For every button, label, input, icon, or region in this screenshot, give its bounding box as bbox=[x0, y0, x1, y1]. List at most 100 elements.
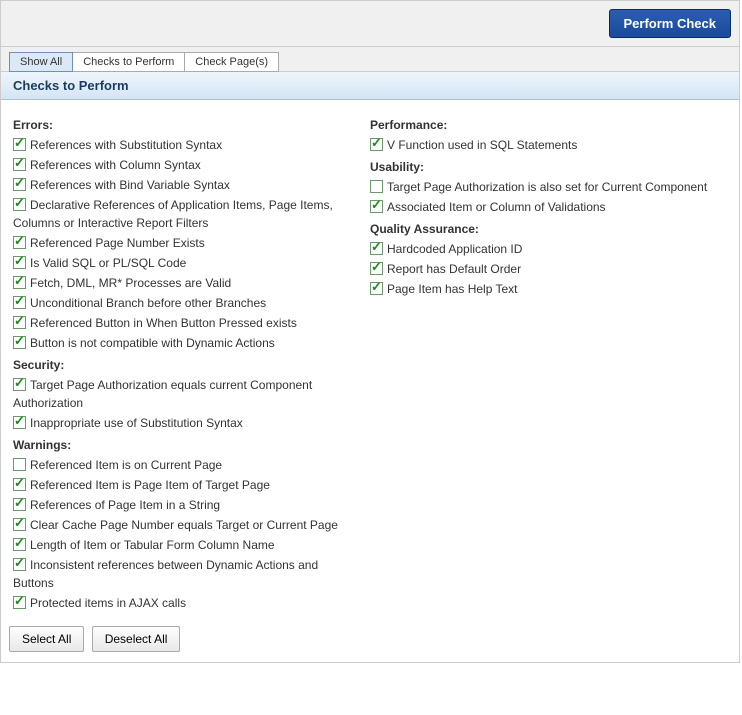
check-label: Referenced Button in When Button Pressed… bbox=[30, 316, 297, 330]
check-row: Unconditional Branch before other Branch… bbox=[13, 294, 358, 312]
footer-buttons: Select All Deselect All bbox=[1, 620, 739, 662]
check-label: Hardcoded Application ID bbox=[387, 242, 522, 256]
perform-check-button[interactable]: Perform Check bbox=[609, 9, 731, 38]
check-row: References with Column Syntax bbox=[13, 156, 358, 174]
check-row: Fetch, DML, MR* Processes are Valid bbox=[13, 274, 358, 292]
check-row: Inappropriate use of Substitution Syntax bbox=[13, 414, 358, 432]
checkbox[interactable] bbox=[13, 478, 26, 491]
group-qa-title: Quality Assurance: bbox=[370, 222, 715, 236]
check-row: Length of Item or Tabular Form Column Na… bbox=[13, 536, 358, 554]
check-label: References with Substitution Syntax bbox=[30, 138, 222, 152]
check-row: Protected items in AJAX calls bbox=[13, 594, 358, 612]
group-warnings-items: Referenced Item is on Current Page Refere… bbox=[13, 456, 358, 612]
check-row: Declarative References of Application It… bbox=[13, 196, 358, 232]
check-label: Referenced Item is Page Item of Target P… bbox=[30, 478, 270, 492]
check-label: Target Page Authorization is also set fo… bbox=[387, 180, 707, 194]
group-performance-items: V Function used in SQL Statements bbox=[370, 136, 715, 154]
checkbox[interactable] bbox=[13, 416, 26, 429]
check-label: References of Page Item in a String bbox=[30, 498, 220, 512]
group-qa-items: Hardcoded Application ID Report has Defau… bbox=[370, 240, 715, 298]
page-container: Perform Check Show All Checks to Perform… bbox=[0, 0, 740, 663]
top-toolbar: Perform Check bbox=[1, 1, 739, 47]
check-row: Referenced Button in When Button Pressed… bbox=[13, 314, 358, 332]
check-row: Button is not compatible with Dynamic Ac… bbox=[13, 334, 358, 352]
checks-content: Errors: References with Substitution Syn… bbox=[1, 100, 739, 620]
check-label: Referenced Item is on Current Page bbox=[30, 458, 222, 472]
checkbox[interactable] bbox=[13, 316, 26, 329]
group-usability-title: Usability: bbox=[370, 160, 715, 174]
check-row: Referenced Item is on Current Page bbox=[13, 456, 358, 474]
check-label: References with Column Syntax bbox=[30, 158, 201, 172]
check-label: Declarative References of Application It… bbox=[13, 198, 333, 230]
section-title: Checks to Perform bbox=[1, 72, 739, 100]
check-row: Referenced Item is Page Item of Target P… bbox=[13, 476, 358, 494]
checkbox[interactable] bbox=[13, 276, 26, 289]
check-row: V Function used in SQL Statements bbox=[370, 136, 715, 154]
checkbox[interactable] bbox=[370, 242, 383, 255]
tab-checks-to-perform[interactable]: Checks to Perform bbox=[72, 52, 185, 72]
check-label: References with Bind Variable Syntax bbox=[30, 178, 230, 192]
checkbox[interactable] bbox=[13, 378, 26, 391]
checkbox[interactable] bbox=[370, 200, 383, 213]
check-label: Report has Default Order bbox=[387, 262, 521, 276]
check-label: Is Valid SQL or PL/SQL Code bbox=[30, 256, 186, 270]
check-row: References of Page Item in a String bbox=[13, 496, 358, 514]
group-warnings-title: Warnings: bbox=[13, 438, 358, 452]
check-label: Inconsistent references between Dynamic … bbox=[13, 558, 318, 590]
checkbox[interactable] bbox=[13, 596, 26, 609]
checkbox[interactable] bbox=[13, 236, 26, 249]
group-errors-items: References with Substitution Syntax Refer… bbox=[13, 136, 358, 352]
check-label: Referenced Page Number Exists bbox=[30, 236, 205, 250]
checkbox[interactable] bbox=[13, 558, 26, 571]
group-performance-title: Performance: bbox=[370, 118, 715, 132]
check-row: Associated Item or Column of Validations bbox=[370, 198, 715, 216]
select-all-button[interactable]: Select All bbox=[9, 626, 84, 652]
tab-bar: Show All Checks to Perform Check Page(s) bbox=[1, 47, 739, 72]
check-row: Clear Cache Page Number equals Target or… bbox=[13, 516, 358, 534]
check-label: V Function used in SQL Statements bbox=[387, 138, 577, 152]
checkbox[interactable] bbox=[13, 198, 26, 211]
checkbox[interactable] bbox=[13, 178, 26, 191]
checkbox[interactable] bbox=[13, 458, 26, 471]
check-row: Target Page Authorization equals current… bbox=[13, 376, 358, 412]
check-label: Target Page Authorization equals current… bbox=[13, 378, 312, 410]
checkbox[interactable] bbox=[13, 256, 26, 269]
check-row: Target Page Authorization is also set fo… bbox=[370, 178, 715, 196]
checkbox[interactable] bbox=[13, 138, 26, 151]
check-row: Inconsistent references between Dynamic … bbox=[13, 556, 358, 592]
check-row: References with Bind Variable Syntax bbox=[13, 176, 358, 194]
checkbox[interactable] bbox=[13, 538, 26, 551]
check-label: Protected items in AJAX calls bbox=[30, 596, 186, 610]
check-label: Unconditional Branch before other Branch… bbox=[30, 296, 266, 310]
group-security-title: Security: bbox=[13, 358, 358, 372]
checkbox[interactable] bbox=[13, 498, 26, 511]
check-row: Hardcoded Application ID bbox=[370, 240, 715, 258]
check-label: Clear Cache Page Number equals Target or… bbox=[30, 518, 338, 532]
check-label: Length of Item or Tabular Form Column Na… bbox=[30, 538, 275, 552]
check-label: Associated Item or Column of Validations bbox=[387, 200, 606, 214]
checkbox[interactable] bbox=[370, 180, 383, 193]
deselect-all-button[interactable]: Deselect All bbox=[92, 626, 181, 652]
check-label: Page Item has Help Text bbox=[387, 282, 518, 296]
tab-check-pages[interactable]: Check Page(s) bbox=[184, 52, 279, 72]
check-label: Inappropriate use of Substitution Syntax bbox=[30, 416, 243, 430]
check-row: Page Item has Help Text bbox=[370, 280, 715, 298]
checkbox[interactable] bbox=[13, 158, 26, 171]
check-row: Is Valid SQL or PL/SQL Code bbox=[13, 254, 358, 272]
checkbox[interactable] bbox=[370, 262, 383, 275]
check-row: Referenced Page Number Exists bbox=[13, 234, 358, 252]
checkbox[interactable] bbox=[13, 518, 26, 531]
checkbox[interactable] bbox=[13, 336, 26, 349]
check-row: References with Substitution Syntax bbox=[13, 136, 358, 154]
check-row: Report has Default Order bbox=[370, 260, 715, 278]
group-security-items: Target Page Authorization equals current… bbox=[13, 376, 358, 432]
group-usability-items: Target Page Authorization is also set fo… bbox=[370, 178, 715, 216]
left-column: Errors: References with Substitution Syn… bbox=[13, 112, 370, 614]
checkbox[interactable] bbox=[13, 296, 26, 309]
group-errors-title: Errors: bbox=[13, 118, 358, 132]
tab-show-all[interactable]: Show All bbox=[9, 52, 73, 72]
check-label: Button is not compatible with Dynamic Ac… bbox=[30, 336, 275, 350]
right-column: Performance: V Function used in SQL Stat… bbox=[370, 112, 727, 614]
checkbox[interactable] bbox=[370, 138, 383, 151]
checkbox[interactable] bbox=[370, 282, 383, 295]
